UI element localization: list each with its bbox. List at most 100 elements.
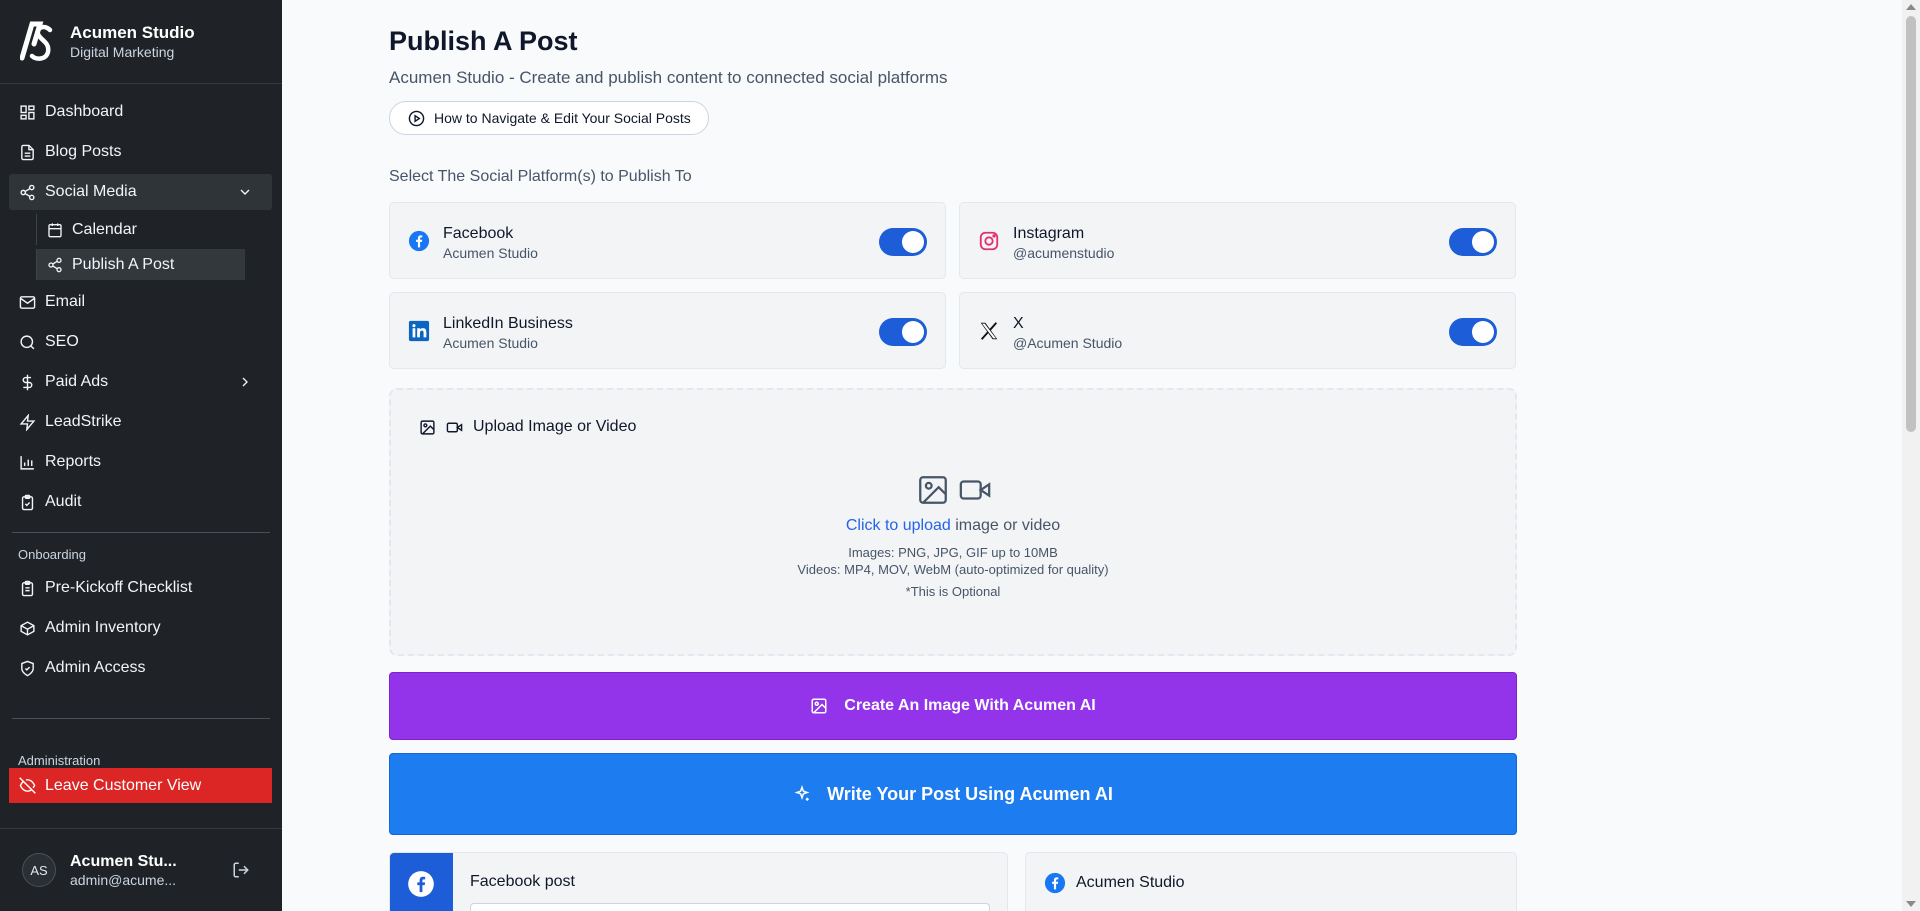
video-icon [446,422,463,432]
upload-illustration [916,473,1000,507]
platform-name: Facebook [443,225,514,242]
write-post-ai-button[interactable]: Write Your Post Using Acumen AI [389,753,1517,835]
sidebar-item-label: Email [45,293,86,310]
scroll-down-arrow-icon[interactable] [1906,901,1916,907]
facebook-post-side [390,853,453,911]
brand[interactable]: Acumen Studio Digital Marketing [0,0,282,84]
sidebar-subitem-publish-a-post[interactable]: Publish A Post [36,249,245,280]
share-icon [20,184,35,200]
sidebar-divider [12,532,270,533]
onboarding-section-label: Onboarding [18,547,86,562]
instagram-toggle[interactable] [1449,228,1497,256]
sidebar-item-label: Admin Inventory [45,619,161,636]
clipboard-list-icon [21,580,34,596]
administration-section-label: Administration [18,753,101,768]
instagram-icon [979,231,999,251]
mail-icon [19,295,36,309]
sidebar-item-dashboard[interactable]: Dashboard [9,94,272,130]
search-icon [20,334,35,349]
platform-card-facebook[interactable]: Facebook Acumen Studio [389,202,946,279]
click-to-upload-link[interactable]: Click to upload [846,517,951,534]
platform-name: X [1013,315,1024,332]
calendar-icon [48,222,62,237]
facebook-post-textarea[interactable] [470,903,990,911]
upload-dropzone[interactable]: Upload Image or Video Click to upload im… [389,388,1517,656]
image-icon [811,698,827,714]
page-scrollbar[interactable] [1902,0,1920,911]
eye-off-icon [19,777,36,794]
shield-check-icon [21,660,34,676]
sidebar-item-label: Paid Ads [45,373,109,390]
sidebar-item-label: Blog Posts [45,143,122,160]
scrollbar-thumb[interactable] [1906,16,1916,432]
create-image-ai-button[interactable]: Create An Image With Acumen AI [389,672,1517,740]
preview-account-name: Acumen Studio [1076,874,1185,891]
document-icon [21,144,34,160]
brand-subtitle: Digital Marketing [70,43,175,60]
page-title: Publish A Post [389,26,578,56]
sidebar-item-audit[interactable]: Audit [9,484,272,520]
page-subtitle: Acumen Studio - Create and publish conte… [389,68,948,87]
how-to-navigate-button[interactable]: How to Navigate & Edit Your Social Posts [389,101,709,135]
write-post-ai-label: Write Your Post Using Acumen AI [827,783,1113,804]
play-circle-icon [408,110,425,126]
sidebar-item-blog-posts[interactable]: Blog Posts [9,134,272,170]
sidebar-nav: Dashboard Blog Posts Social Media Calend… [0,84,282,768]
images-note: Images: PNG, JPG, GIF up to 10MB [848,545,1058,560]
lightning-icon [19,413,36,431]
sidebar-item-social-media[interactable]: Social Media [9,174,272,210]
sidebar-item-label: Social Media [45,183,137,200]
sidebar-item-admin-access[interactable]: Admin Access [9,650,272,686]
user-name: Acumen Stu... [70,852,177,870]
sidebar-item-leadstrike[interactable]: LeadStrike [9,404,272,440]
scroll-up-arrow-icon[interactable] [1906,4,1916,10]
sidebar-item-label: Reports [45,453,102,470]
platform-name: LinkedIn Business [443,315,573,332]
image-icon [919,476,947,504]
facebook-toggle[interactable] [879,228,927,256]
upload-instruction-rest: image or video [950,517,1061,534]
chevron-right-icon [242,377,248,387]
platform-card-linkedin[interactable]: LinkedIn Business Acumen Studio [389,292,946,369]
upload-header: Upload Image or Video [419,418,636,436]
user-email: admin@acume... [70,871,177,888]
main-content: Publish A Post Acumen Studio - Create an… [282,0,1902,911]
facebook-icon [408,230,430,252]
leave-customer-view-label: Leave Customer View [45,776,202,794]
optional-note: *This is Optional [905,584,1001,599]
platform-account: @acumenstudio [1013,245,1115,261]
sidebar-item-label: Audit [45,493,82,510]
sidebar-subitem-calendar[interactable]: Calendar [36,214,245,245]
bar-chart-icon [20,455,34,470]
sidebar-divider [12,718,270,719]
platform-account: Acumen Studio [443,335,538,351]
x-toggle[interactable] [1449,318,1497,346]
sidebar-subitem-label: Calendar [72,220,137,238]
linkedin-toggle[interactable] [879,318,927,346]
sidebar-item-pre-kickoff-checklist[interactable]: Pre-Kickoff Checklist [9,570,272,606]
sidebar-item-label: Pre-Kickoff Checklist [45,579,193,596]
platform-account: @Acumen Studio [1013,335,1123,351]
clipboard-check-icon [21,494,34,510]
avatar: AS [22,853,56,887]
sidebar-item-paid-ads[interactable]: Paid Ads [9,364,272,400]
platform-card-instagram[interactable]: Instagram @acumenstudio [959,202,1516,279]
logout-icon[interactable] [232,861,250,879]
how-to-navigate-label: How to Navigate & Edit Your Social Posts [434,110,691,126]
upload-heading: Upload Image or Video [473,418,637,435]
user-profile[interactable]: AS Acumen Stu... admin@acume... [0,828,282,911]
videos-note: Videos: MP4, MOV, WebM (auto-optimized f… [797,562,1109,577]
sidebar-item-seo[interactable]: SEO [9,324,272,360]
sidebar-item-email[interactable]: Email [9,284,272,320]
facebook-post-title: Facebook post [470,873,575,890]
platform-card-x[interactable]: X @Acumen Studio [959,292,1516,369]
facebook-post-editor: Facebook post [389,852,1008,911]
leave-customer-view-button[interactable]: Leave Customer View [9,768,272,803]
sidebar-item-label: Admin Access [45,659,146,676]
share-icon [48,257,62,272]
sidebar-item-admin-inventory[interactable]: Admin Inventory [9,610,272,646]
sidebar-item-label: SEO [45,333,79,350]
platform-name: Instagram [1013,225,1085,242]
sidebar-item-reports[interactable]: Reports [9,444,272,480]
upload-instruction: Click to upload image or video [391,517,1515,535]
